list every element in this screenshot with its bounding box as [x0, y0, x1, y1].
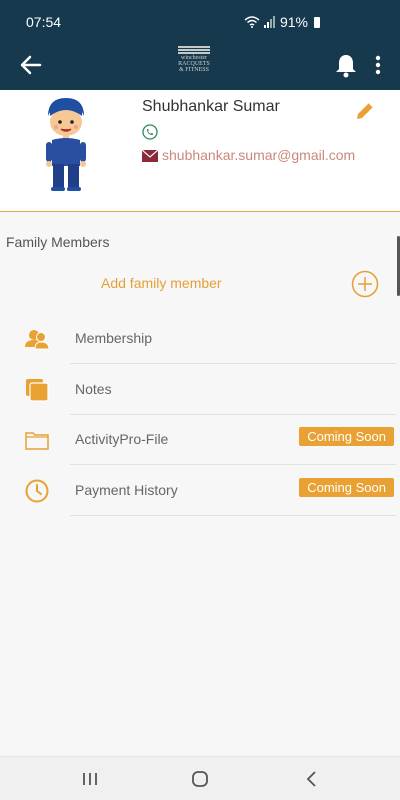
menu-item-label: Payment History [75, 482, 178, 498]
avatar [46, 98, 86, 191]
clock-icon [25, 479, 49, 503]
wifi-icon [244, 16, 260, 28]
battery-icon [314, 16, 320, 28]
notes-icon [26, 379, 49, 402]
signal-icon [263, 16, 275, 28]
menu-item-label: Membership [75, 330, 153, 346]
home-icon[interactable] [188, 767, 212, 791]
menu-item-label: Notes [75, 381, 112, 397]
add-circle-icon[interactable] [351, 270, 379, 298]
menu-item-notes[interactable]: Notes [0, 365, 400, 415]
status-indicators: 91% [244, 14, 320, 30]
back-arrow-icon[interactable] [18, 52, 44, 78]
profile-name: Shubhankar Sumar [142, 98, 280, 115]
divider [70, 363, 396, 364]
battery-percent: 91% [279, 14, 308, 30]
status-time: 07:54 [26, 14, 62, 30]
more-vert-icon[interactable] [369, 54, 387, 76]
back-nav-icon[interactable] [300, 767, 324, 791]
menu-item-activitypro-file[interactable]: ActivityPro-File Coming Soon [0, 415, 400, 465]
recent-apps-icon[interactable] [78, 767, 102, 791]
bell-icon[interactable] [334, 52, 358, 78]
club-logo: winchester RACQUETS & FITNESS [178, 46, 210, 78]
coming-soon-badge: Coming Soon [299, 427, 394, 446]
profile-divider [0, 211, 400, 212]
system-nav-bar [0, 756, 400, 800]
mail-icon [142, 150, 158, 162]
menu-item-membership[interactable]: Membership [0, 314, 400, 364]
family-members-heading: Family Members [6, 234, 110, 250]
phone-icon[interactable] [142, 124, 158, 140]
divider [70, 515, 396, 516]
folder-icon [25, 432, 49, 450]
membership-group-icon [25, 330, 50, 350]
menu-item-payment-history[interactable]: Payment History Coming Soon [0, 466, 400, 516]
status-bar: 07:54 91% [0, 0, 400, 40]
edit-pencil-icon[interactable] [354, 100, 376, 122]
app-bar: winchester RACQUETS & FITNESS [0, 40, 400, 90]
profile-card: Shubhankar Sumar shubhankar.sumar@gmail.… [0, 90, 400, 296]
add-family-member-link[interactable]: Add family member [101, 275, 222, 291]
menu-item-label: ActivityPro-File [75, 431, 169, 447]
profile-email[interactable]: shubhankar.sumar@gmail.com [162, 146, 358, 164]
divider [70, 464, 396, 465]
coming-soon-badge: Coming Soon [299, 478, 394, 497]
